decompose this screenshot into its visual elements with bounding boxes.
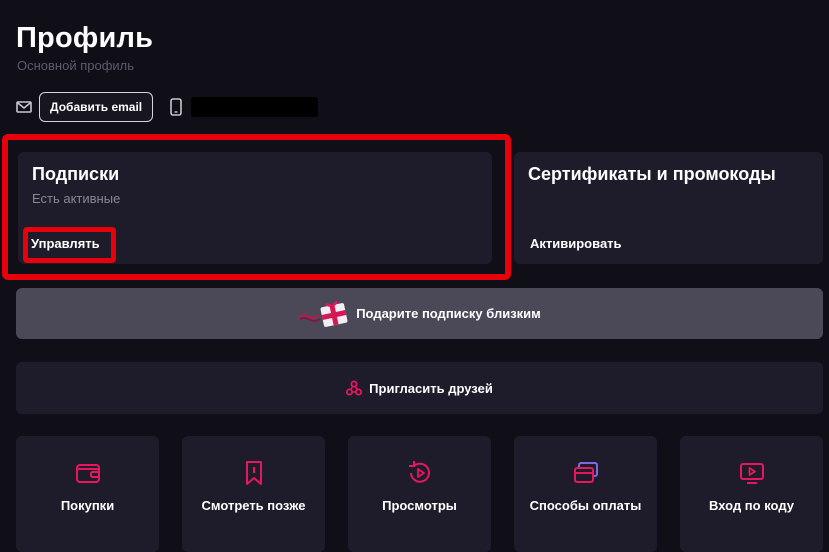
contacts-row: Добавить email xyxy=(16,92,319,122)
cards-icon xyxy=(571,458,601,488)
profile-page: Профиль Основной профиль Добавить email … xyxy=(0,0,829,552)
tile-payment-methods[interactable]: Способы оплаты xyxy=(514,436,657,552)
tile-label: Способы оплаты xyxy=(529,498,642,513)
tile-watch-later[interactable]: Смотреть позже xyxy=(182,436,325,552)
gift-icon xyxy=(298,297,350,331)
mail-icon xyxy=(16,99,32,115)
gift-subscription-banner[interactable]: Подарите подписку близким xyxy=(16,288,823,339)
bookmark-icon xyxy=(239,458,269,488)
invite-friends-banner[interactable]: Пригласить друзей xyxy=(16,362,823,414)
tile-label: Просмотры xyxy=(382,498,457,513)
tile-history[interactable]: Просмотры xyxy=(348,436,491,552)
tile-code-login[interactable]: Вход по коду xyxy=(680,436,823,552)
certificates-card[interactable]: Сертификаты и промокоды Активировать xyxy=(514,152,823,264)
history-icon xyxy=(405,458,435,488)
invite-icon xyxy=(346,380,363,396)
activate-link[interactable]: Активировать xyxy=(530,236,622,251)
quick-actions: Покупки Смотреть позже Просмотры Способы… xyxy=(16,436,823,552)
phone-number-redacted xyxy=(191,97,319,117)
certificates-title: Сертификаты и промокоды xyxy=(528,164,776,184)
tile-purchases[interactable]: Покупки xyxy=(16,436,159,552)
invite-banner-label: Пригласить друзей xyxy=(369,380,493,396)
tile-label: Вход по коду xyxy=(709,498,794,513)
phone-icon xyxy=(169,98,183,116)
highlight-box-manage xyxy=(23,227,116,263)
page-title: Профиль xyxy=(16,22,154,54)
add-email-button[interactable]: Добавить email xyxy=(39,92,154,122)
tile-label: Покупки xyxy=(60,498,115,513)
wallet-icon xyxy=(73,458,103,488)
tv-icon xyxy=(737,458,767,488)
gift-banner-label: Подарите подписку близким xyxy=(356,306,541,321)
profile-subtitle: Основной профиль xyxy=(17,58,135,73)
tile-label: Смотреть позже xyxy=(201,498,306,513)
